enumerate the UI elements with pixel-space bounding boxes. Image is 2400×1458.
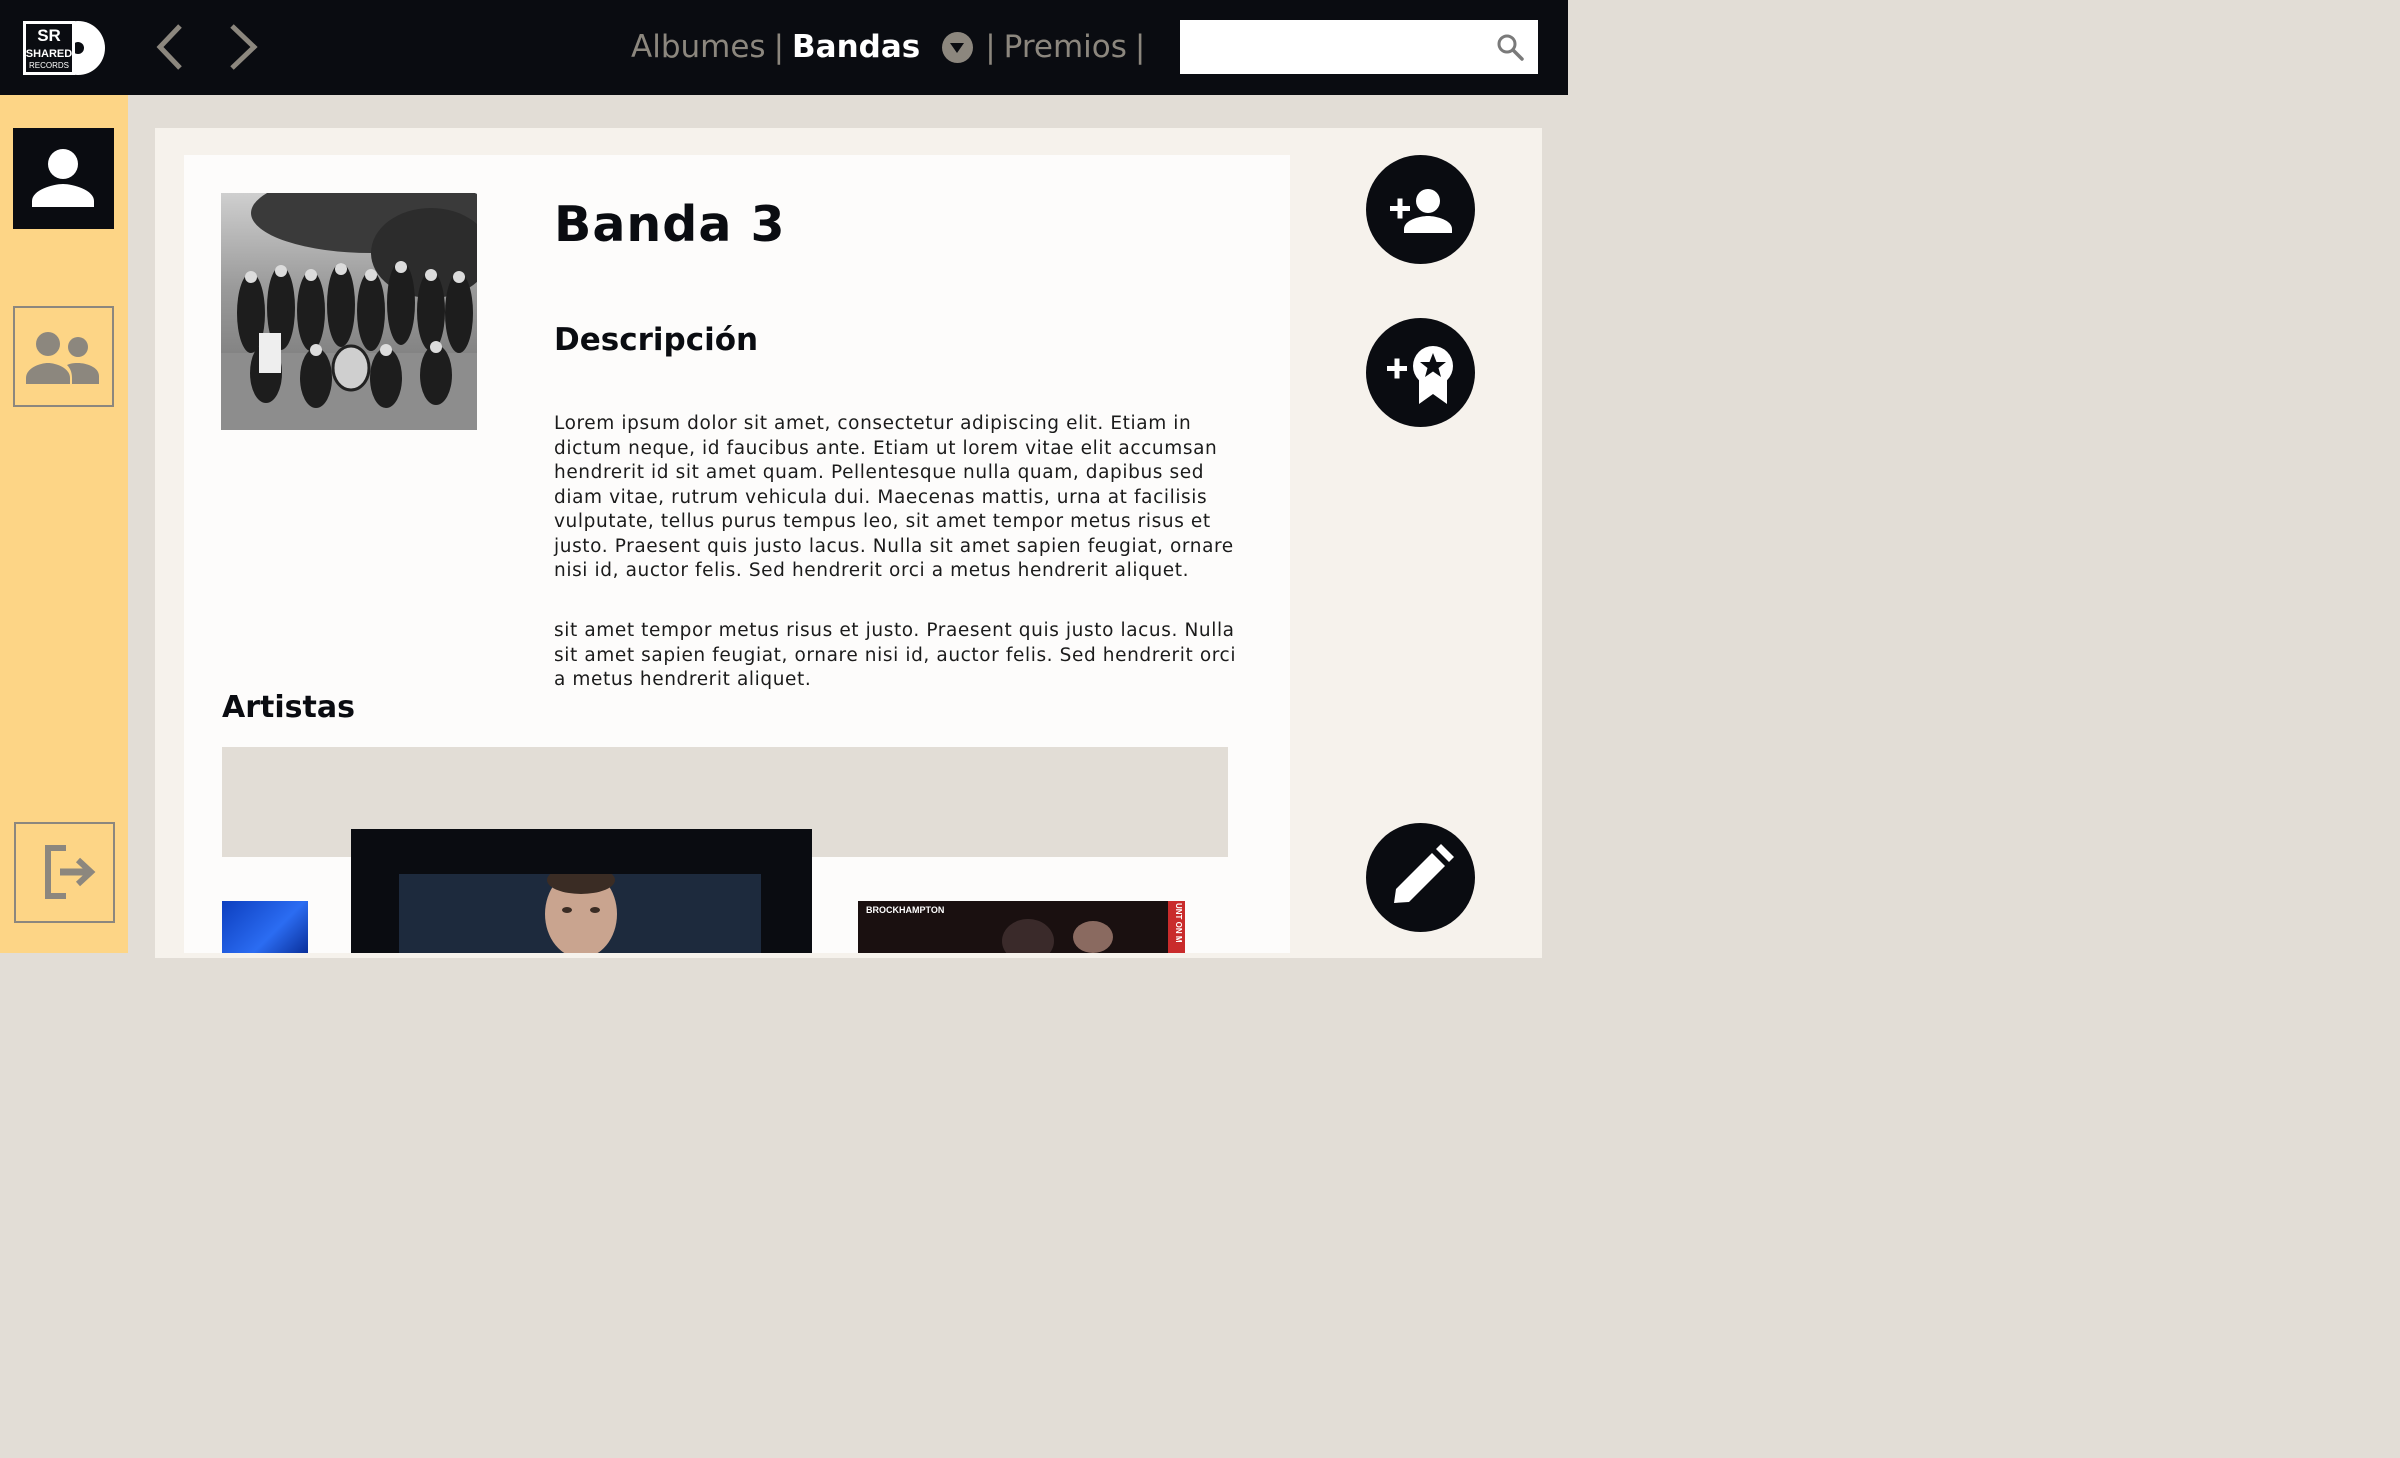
artist-card[interactable]: [222, 901, 308, 953]
artist-photo: [399, 874, 761, 953]
svg-text:RECORDS: RECORDS: [29, 61, 69, 70]
nav-bandas[interactable]: Bandas: [792, 29, 920, 65]
cover-side-text: UNT ON M: [1174, 903, 1183, 943]
forward-button[interactable]: [222, 22, 262, 72]
back-button[interactable]: [152, 22, 192, 72]
pencil-icon: [1394, 844, 1454, 903]
nav-premios[interactable]: Premios: [1004, 29, 1127, 65]
nav-separator: |: [1134, 29, 1146, 65]
logout-button[interactable]: [14, 822, 115, 923]
nav-albumes[interactable]: Albumes: [631, 29, 766, 65]
shared-records-logo[interactable]: SR SHARED RECORDS: [22, 20, 106, 76]
main-nav: Albumes | Bandas | Premios |: [631, 24, 1153, 70]
description-paragraph: Lorem ipsum dolor sit amet, consectetur …: [554, 413, 1234, 581]
artist-card[interactable]: BROCKHAMPTON UNT ON M: [858, 901, 1185, 953]
artists-heading: Artistas: [222, 690, 355, 725]
top-bar: SR SHARED RECORDS Albumes | Bandas | Pre…: [0, 0, 1568, 95]
bandas-dropdown-icon[interactable]: [942, 31, 974, 63]
chevron-right-icon: [230, 24, 258, 70]
nav-separator: |: [985, 29, 996, 65]
chevron-left-icon: [156, 24, 182, 70]
description-paragraph: sit amet tempor metus risus et justo. Pr…: [554, 620, 1237, 690]
logout-icon: [45, 845, 96, 899]
award-add-icon: [1387, 346, 1453, 404]
artist-card-featured[interactable]: [351, 829, 812, 953]
sidebar: [0, 95, 128, 953]
sidebar-item-bands[interactable]: [13, 306, 114, 407]
add-member-button[interactable]: [1366, 155, 1475, 264]
description-heading: Descripción: [554, 322, 759, 358]
svg-text:SHARED: SHARED: [26, 48, 73, 60]
band-name: Banda 3: [554, 196, 786, 253]
artists-carousel: BROCKHAMPTON UNT ON M: [222, 747, 1228, 953]
edit-button[interactable]: [1366, 823, 1475, 932]
svg-text:SR: SR: [37, 26, 61, 45]
nav-separator: |: [773, 29, 785, 65]
album-cover: BROCKHAMPTON: [858, 901, 1168, 953]
search-box: [1180, 20, 1538, 74]
sidebar-item-profile[interactable]: [13, 128, 114, 229]
group-icon: [26, 332, 99, 384]
add-award-button[interactable]: [1366, 318, 1475, 427]
user-icon: [32, 149, 94, 207]
search-input[interactable]: [1194, 30, 1488, 66]
search-icon[interactable]: [1496, 33, 1524, 61]
person-add-icon: [1390, 189, 1452, 233]
band-photo: [221, 193, 477, 430]
